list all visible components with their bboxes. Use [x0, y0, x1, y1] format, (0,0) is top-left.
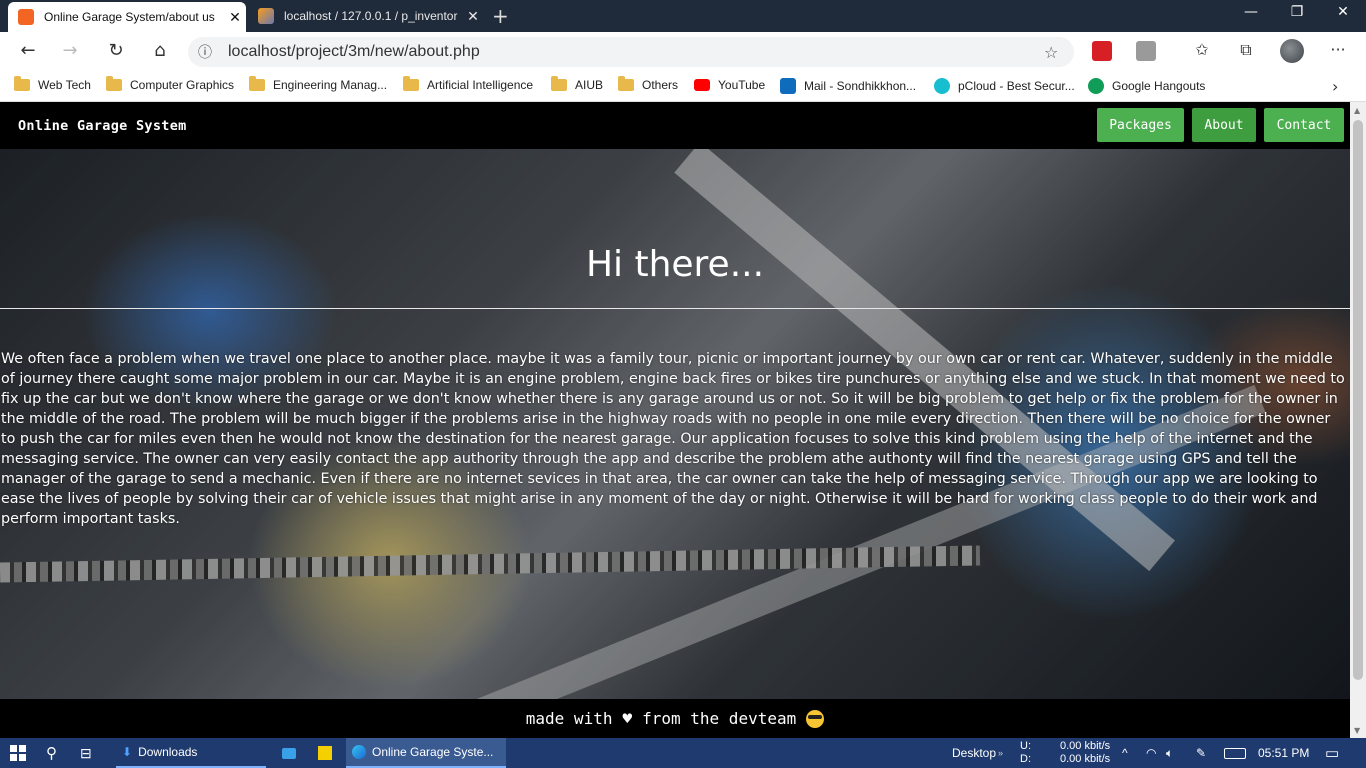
- site-footer: made with ♥ from the devteam: [0, 699, 1350, 738]
- site-brand[interactable]: Online Garage System: [18, 118, 187, 134]
- footer-text-after: from the devteam: [642, 709, 797, 728]
- wifi-icon[interactable]: ◠: [1146, 738, 1156, 768]
- close-window-button[interactable]: ✕: [1320, 4, 1366, 20]
- net-meter-values: 0.00 kbit/s 0.00 kbit/s: [1060, 740, 1111, 765]
- heart-icon: ♥: [622, 709, 633, 728]
- favorite-star-icon[interactable]: ☆: [1044, 43, 1074, 62]
- outlook-icon: [780, 78, 796, 94]
- nav-packages-button[interactable]: Packages: [1097, 108, 1184, 142]
- home-button[interactable]: ⌂: [146, 40, 174, 61]
- sunglasses-emoji-icon: [806, 709, 825, 728]
- bookmarks-overflow-chevron-icon[interactable]: ›: [1332, 77, 1338, 96]
- folder-icon: [14, 76, 30, 91]
- back-button[interactable]: ←: [14, 40, 42, 61]
- taskbar-downloads[interactable]: ⬇ Downloads: [116, 738, 266, 768]
- address-bar[interactable]: ⓘ localhost/project/3m/new/about.php ☆: [188, 37, 1074, 67]
- taskbar-browser-window[interactable]: Online Garage Syste...: [346, 738, 506, 768]
- page-viewport: Online Garage System Packages About Cont…: [0, 102, 1350, 738]
- folder-icon: [106, 76, 122, 91]
- site-info-icon[interactable]: ⓘ: [198, 42, 228, 62]
- url-text[interactable]: localhost/project/3m/new/about.php: [228, 43, 1044, 61]
- nav-about-button[interactable]: About: [1192, 108, 1256, 142]
- pdf-extension-icon[interactable]: [1092, 41, 1112, 61]
- bookmark-computer-graphics[interactable]: Computer Graphics: [106, 76, 234, 92]
- bookmark-others[interactable]: Others: [618, 76, 678, 92]
- net-meter-labels: U: D:: [1020, 740, 1031, 765]
- download-arrow-icon: ⬇: [122, 745, 133, 759]
- volume-icon[interactable]: 🔈︎: [1166, 738, 1173, 768]
- windows-taskbar: ⚲ ⊟ ⬇ Downloads Online Garage Syste... D…: [0, 738, 1366, 768]
- close-tab-icon[interactable]: ✕: [462, 8, 484, 25]
- bookmark-engineering-management[interactable]: Engineering Manag...: [249, 76, 387, 92]
- page-scrollbar[interactable]: ▲ ▼: [1350, 102, 1366, 738]
- notification-center-icon[interactable]: ▭: [1325, 738, 1339, 768]
- xampp-favicon-icon: [18, 9, 34, 25]
- clock[interactable]: 05:51 PM: [1258, 738, 1309, 768]
- tab-about-us[interactable]: Online Garage System/about us ✕: [8, 2, 246, 32]
- file-explorer-icon[interactable]: [282, 738, 296, 768]
- bookmark-aiub[interactable]: AIUB: [551, 76, 603, 92]
- pcloud-icon: [934, 78, 950, 94]
- search-icon[interactable]: ⚲: [46, 738, 57, 768]
- minimize-button[interactable]: —: [1228, 4, 1274, 20]
- restore-button[interactable]: ❐: [1274, 4, 1320, 20]
- desktop-toolbar[interactable]: Desktop: [952, 738, 996, 768]
- keyboard-icon[interactable]: [1224, 738, 1246, 768]
- chevron-right-icon[interactable]: »: [998, 738, 1003, 768]
- close-tab-icon[interactable]: ✕: [224, 9, 246, 26]
- bookmark-mail[interactable]: Mail - Sondhikkhon...: [780, 78, 916, 94]
- bookmark-web-tech[interactable]: Web Tech: [14, 76, 91, 92]
- site-navbar: Online Garage System Packages About Cont…: [0, 102, 1350, 149]
- profile-avatar[interactable]: [1280, 39, 1304, 63]
- edge-icon: [352, 745, 366, 759]
- sticky-notes-icon[interactable]: [318, 738, 332, 768]
- folder-icon: [249, 76, 265, 91]
- windows-start-icon[interactable]: [10, 745, 26, 761]
- youtube-icon: [694, 79, 710, 91]
- extension-icon[interactable]: [1136, 41, 1156, 61]
- hangouts-icon: [1088, 78, 1104, 94]
- scroll-down-icon[interactable]: ▼: [1354, 726, 1360, 735]
- bookmark-pcloud[interactable]: pCloud - Best Secur...: [934, 78, 1075, 94]
- favorites-icon[interactable]: ✩: [1190, 40, 1214, 59]
- scrollbar-thumb[interactable]: [1353, 120, 1363, 680]
- folder-icon: [403, 76, 419, 91]
- footer-text-before: made with: [525, 709, 613, 728]
- collections-icon[interactable]: ⧉: [1234, 40, 1258, 60]
- bookmark-artificial-intelligence[interactable]: Artificial Intelligence: [403, 76, 533, 92]
- page-title: Hi there...: [585, 244, 765, 285]
- phpmyadmin-favicon-icon: [258, 8, 274, 24]
- new-tab-button[interactable]: +: [492, 4, 509, 28]
- forward-button[interactable]: →: [56, 40, 84, 61]
- divider: [0, 308, 1350, 309]
- bookmarks-bar: Web Tech Computer Graphics Engineering M…: [0, 72, 1366, 102]
- bookmark-google-hangouts[interactable]: Google Hangouts: [1088, 78, 1205, 94]
- task-view-icon[interactable]: ⊟: [80, 738, 92, 768]
- about-paragraph: We often face a problem when we travel o…: [1, 351, 1345, 527]
- tab-phpmyadmin[interactable]: localhost / 127.0.0.1 / p_inventor ✕: [248, 0, 484, 32]
- folder-icon: [618, 76, 634, 91]
- address-toolbar: ← → ↻ ⌂ ⓘ localhost/project/3m/new/about…: [0, 32, 1366, 72]
- settings-more-icon[interactable]: ···: [1326, 40, 1350, 59]
- scroll-up-icon[interactable]: ▲: [1354, 106, 1360, 115]
- folder-icon: [551, 76, 567, 91]
- browser-tab-bar: Online Garage System/about us ✕ localhos…: [0, 0, 1366, 32]
- show-hidden-icons-chevron-icon[interactable]: ^: [1122, 738, 1128, 768]
- bookmark-youtube[interactable]: YouTube: [694, 78, 765, 92]
- reload-button[interactable]: ↻: [102, 40, 130, 61]
- pen-workspace-icon[interactable]: ✎: [1196, 738, 1206, 768]
- nav-contact-button[interactable]: Contact: [1264, 108, 1344, 142]
- tab-title: localhost / 127.0.0.1 / p_inventor: [284, 9, 458, 23]
- tab-title: Online Garage System/about us: [44, 10, 215, 24]
